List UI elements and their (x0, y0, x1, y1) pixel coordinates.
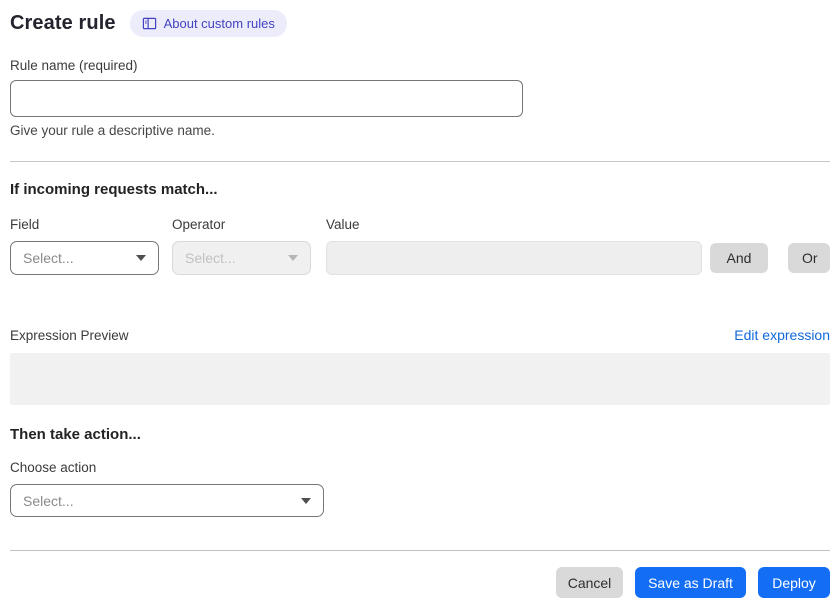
action-section-heading: Then take action... (10, 426, 141, 443)
operator-select: Select... (172, 241, 311, 275)
cancel-button[interactable]: Cancel (556, 567, 623, 598)
or-button[interactable]: Or (788, 243, 830, 273)
chevron-down-icon (301, 497, 311, 504)
choose-action-label: Choose action (10, 460, 97, 475)
field-select[interactable]: Select... (10, 241, 159, 275)
operator-select-value: Select... (185, 250, 236, 266)
chevron-down-icon (136, 255, 146, 261)
value-column: Value (326, 217, 702, 275)
page-header: Create rule About custom rules (10, 10, 830, 37)
expression-preview-label: Expression Preview (10, 328, 129, 343)
about-custom-rules-link[interactable]: About custom rules (129, 10, 287, 37)
page-title: Create rule (10, 12, 116, 34)
rule-name-input[interactable] (10, 80, 523, 117)
expression-preview-box (10, 353, 830, 405)
operator-column: Operator Select... (172, 217, 311, 275)
match-section-heading: If incoming requests match... (10, 181, 218, 198)
deploy-button[interactable]: Deploy (758, 567, 830, 598)
value-label: Value (326, 217, 360, 232)
value-input (326, 241, 702, 275)
field-column: Field Select... (10, 217, 159, 275)
book-icon (142, 16, 157, 31)
about-custom-rules-label: About custom rules (163, 16, 275, 31)
field-label: Field (10, 217, 40, 232)
chevron-down-icon (288, 255, 298, 261)
operator-label: Operator (172, 217, 226, 232)
rule-name-label: Rule name (required) (10, 58, 138, 73)
action-select-value: Select... (23, 492, 74, 509)
create-rule-page: Create rule About custom rules Rule name… (0, 0, 839, 598)
footer-actions: Cancel Save as Draft Deploy (10, 567, 830, 598)
rule-name-helper-text: Give your rule a descriptive name. (10, 123, 215, 138)
field-select-value: Select... (23, 250, 74, 266)
condition-row: Field Select... Operator Select... Value… (10, 217, 830, 275)
edit-expression-link[interactable]: Edit expression (734, 327, 830, 343)
and-button[interactable]: And (710, 243, 768, 273)
section-divider (10, 161, 830, 162)
action-select[interactable]: Select... (10, 484, 324, 517)
save-as-draft-button[interactable]: Save as Draft (635, 567, 746, 598)
rule-name-section: Rule name (required) Give your rule a de… (10, 58, 830, 138)
footer-divider (10, 550, 830, 551)
expression-preview-row: Expression Preview Edit expression (10, 327, 830, 343)
